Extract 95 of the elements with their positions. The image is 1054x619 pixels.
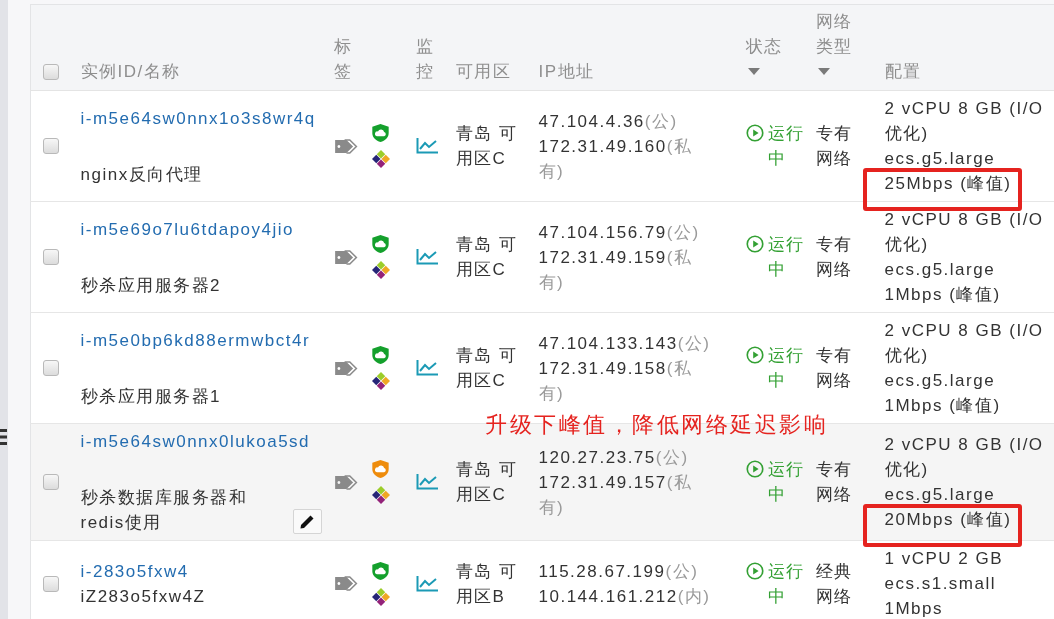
instance-name: 秒杀应用服务器2 [80,274,221,297]
column-header: 实例ID/名称 [80,61,181,83]
network-type: 专有网络 [815,459,854,506]
status-text: 运行中 [767,560,806,608]
network-type: 专有网络 [815,123,854,170]
instance-id-link[interactable]: i-m5e0bp6kd88ermwbct4r [80,327,311,353]
column-header: 可用区 [455,61,511,83]
pencil-icon [299,513,315,530]
ip-address: 172.31.49.160(私有) [538,135,694,183]
instance-id-link[interactable]: i-m5e64sw0nnx1o3s8wr4q [80,105,316,131]
config-spec: 2 vCPU 8 GB (I/O 优化) [884,434,1045,481]
config-spec: 2 vCPU 8 GB (I/O 优化) [884,98,1045,145]
tags-icon[interactable] [333,248,358,266]
checkbox[interactable] [43,360,59,376]
instance-name: nginx反向代理 [80,163,203,186]
instance-id-link[interactable]: i-m5e69o7lu6tdapoy4jio [80,216,295,242]
line-chart-icon[interactable] [415,249,438,265]
shield-icon[interactable] [370,345,390,365]
pinwheel-icon [370,371,391,391]
ip-address: 115.28.67.199(公) [538,560,699,583]
zone-text: 青岛 可用区C [455,459,519,506]
play-circle-icon [745,124,764,142]
ip-address: 10.144.161.212(内) [538,585,711,608]
line-chart-icon[interactable] [415,138,438,154]
ip-address: 47.104.133.143(公) [538,332,711,355]
bandwidth-text: 20Mbps (峰值) [884,510,1012,529]
column-header: 状态 [745,36,783,58]
play-circle-icon [745,235,764,253]
menu-icon[interactable] [0,428,7,446]
line-chart-icon[interactable] [415,575,438,592]
config-spec: 2 vCPU 8 GB (I/O 优化) [884,209,1045,256]
ip-address: 120.27.23.75(公) [538,446,689,469]
network-type: 专有网络 [815,345,854,392]
pinwheel-icon [370,149,391,169]
zone-text: 青岛 可用区C [455,123,519,170]
tags-icon[interactable] [333,359,358,377]
pinwheel-icon [370,586,391,607]
line-chart-icon[interactable] [415,474,438,490]
column-header: 配置 [884,61,922,83]
column-header: 网络类型 [815,11,854,58]
tags-icon[interactable] [333,137,358,155]
shield-icon[interactable] [370,560,390,581]
instance-name: 秒杀应用服务器1 [80,385,221,408]
checkbox[interactable] [43,138,59,154]
checkbox[interactable] [43,249,59,265]
ip-address: 47.104.156.79(公) [538,221,700,244]
line-chart-icon[interactable] [415,360,438,376]
ip-address: 172.31.49.159(私有) [538,246,694,294]
play-circle-icon [745,561,764,580]
instance-id-link[interactable]: i-m5e64sw0nnx0lukoa5sd [80,429,311,454]
status-text: 运行中 [767,234,806,281]
shield-icon[interactable] [370,459,390,479]
ip-address: 172.31.49.157(私有) [538,471,694,519]
column-header: 监控 [415,36,433,83]
edit-button[interactable] [292,509,322,534]
ip-address: 172.31.49.158(私有) [538,357,694,405]
instance-name: 秒杀数据库服务器和redis使用 [80,487,248,534]
annotation-text: 升级下峰值，降低网络延迟影响 [485,411,828,439]
zone-text: 青岛 可用区C [455,234,519,281]
play-circle-icon [745,460,764,478]
shield-icon[interactable] [370,234,390,254]
instance-id-link[interactable]: i-283o5fxw4 [80,558,189,584]
instance-type: ecs.g5.large [884,485,996,504]
status-text: 运行中 [767,345,806,392]
status-text: 运行中 [767,459,806,506]
column-header: 标签 [333,36,351,83]
bandwidth-text: 1Mbps [884,599,944,618]
pinwheel-icon [370,260,391,280]
ip-address: 47.104.4.36(公) [538,110,678,133]
instance-type: ecs.g5.large [884,149,996,168]
zone-text: 青岛 可用区C [455,345,519,392]
tags-icon[interactable] [333,473,358,491]
caret-down-icon[interactable] [747,68,760,75]
shield-icon[interactable] [370,123,390,143]
checkbox[interactable] [43,474,59,490]
config-spec: 1 vCPU 2 GB [884,548,1005,570]
bandwidth-text: 1Mbps (峰值) [884,396,1001,415]
instance-type: ecs.g5.large [884,260,996,279]
play-circle-icon [745,346,764,364]
instance-name: iZ283o5fxw4Z [80,585,206,608]
bandwidth-text: 25Mbps (峰值) [884,174,1012,193]
column-header: IP地址 [538,61,595,83]
bandwidth-text: 1Mbps (峰值) [884,285,1001,304]
config-spec: 2 vCPU 8 GB (I/O 优化) [884,320,1045,367]
network-type: 经典网络 [815,560,854,608]
caret-down-icon[interactable] [817,68,830,75]
pinwheel-icon [370,485,391,505]
tags-icon[interactable] [333,575,358,592]
network-type: 专有网络 [815,234,854,281]
checkbox[interactable] [43,575,59,592]
status-text: 运行中 [767,123,806,170]
instance-type: ecs.s1.small [884,574,997,593]
checkbox[interactable] [43,64,59,80]
zone-text: 青岛 可用区B [455,560,519,608]
instance-type: ecs.g5.large [884,371,996,390]
